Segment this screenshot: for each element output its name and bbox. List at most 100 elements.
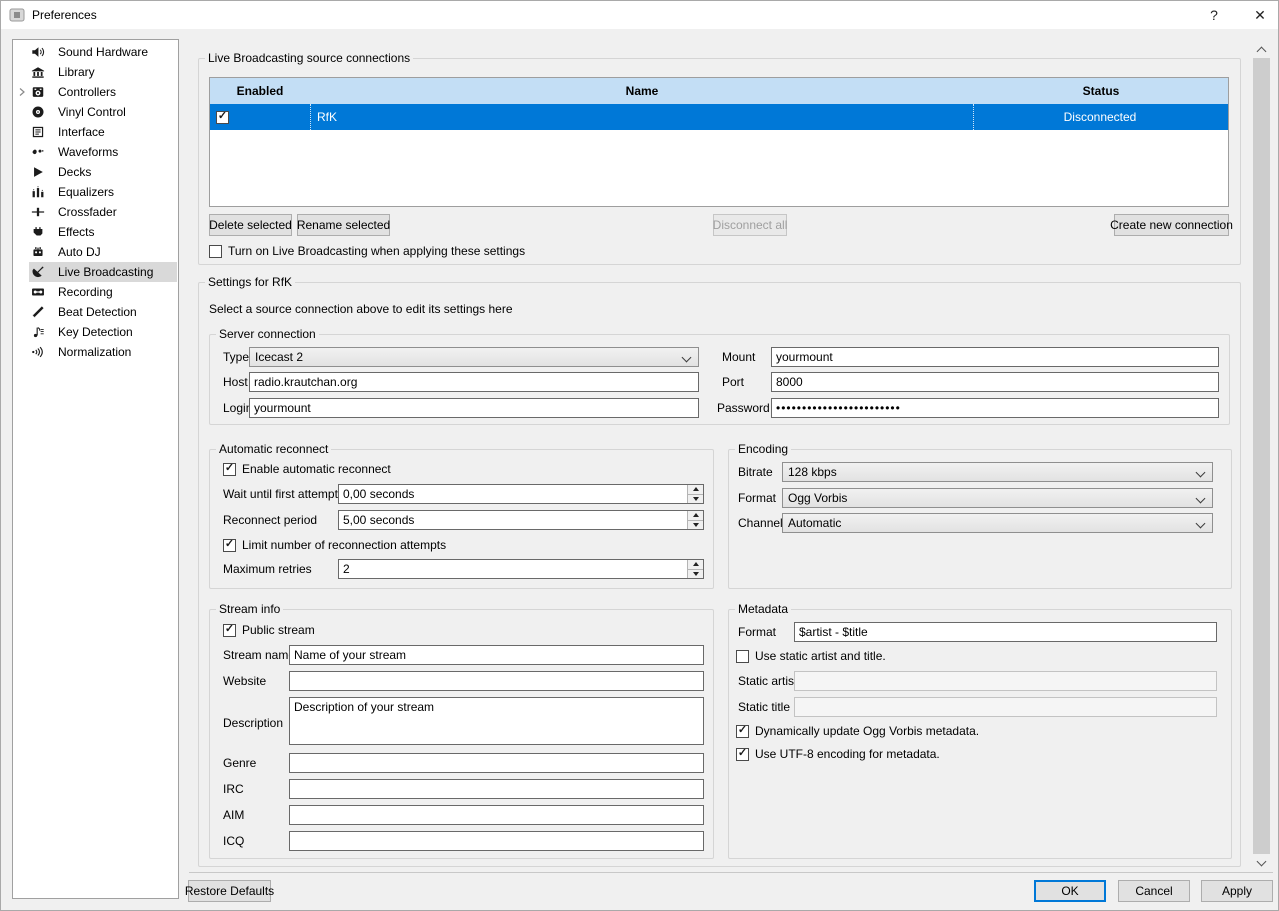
column-header-name[interactable]: Name (310, 78, 974, 104)
spin-up-button[interactable] (687, 560, 703, 570)
vertical-scrollbar[interactable] (1253, 41, 1270, 871)
wait-first-attempt-spinbox (338, 484, 704, 504)
window-title: Preferences (32, 8, 97, 22)
description-textarea[interactable]: Description of your stream (289, 697, 704, 745)
column-header-enabled[interactable]: Enabled (210, 78, 310, 104)
sidebar-item-effects[interactable]: Effects (14, 222, 177, 242)
spin-down-button[interactable] (687, 521, 703, 530)
type-label: Type (223, 350, 249, 364)
row-enabled-checkbox[interactable] (216, 111, 229, 124)
sidebar-item-auto-dj[interactable]: Auto DJ (14, 242, 177, 262)
scroll-up-button[interactable] (1253, 41, 1270, 58)
enable-reconnect-row: Enable automatic reconnect (223, 462, 391, 476)
spin-up-button[interactable] (687, 511, 703, 521)
icq-input[interactable] (289, 831, 704, 851)
aim-label: AIM (223, 808, 244, 822)
aim-input[interactable] (289, 805, 704, 825)
disconnect-all-button[interactable]: Disconnect all (713, 214, 787, 236)
limit-attempts-checkbox[interactable] (223, 539, 236, 552)
stream-name-input[interactable] (289, 645, 704, 665)
channels-dropdown[interactable]: Automatic (782, 513, 1213, 533)
port-label: Port (722, 375, 744, 389)
metadata-format-input[interactable] (794, 622, 1217, 642)
column-header-status[interactable]: Status (974, 78, 1228, 104)
sidebar-item-interface[interactable]: Interface (14, 122, 177, 142)
sidebar-item-decks[interactable]: Decks (14, 162, 177, 182)
delete-selected-button[interactable]: Delete selected (209, 214, 292, 236)
sidebar-item-waveforms[interactable]: Waveforms (14, 142, 177, 162)
spin-down-button[interactable] (687, 570, 703, 579)
sidebar-item-controllers[interactable]: Controllers (14, 82, 177, 102)
sidebar-item-recording[interactable]: Recording (14, 282, 177, 302)
auto-dj-icon (31, 245, 45, 259)
table-row[interactable]: RfK Disconnected (210, 104, 1228, 130)
restore-defaults-button[interactable]: Restore Defaults (188, 880, 271, 902)
dynamic-update-row: Dynamically update Ogg Vorbis metadata. (736, 724, 979, 738)
irc-input[interactable] (289, 779, 704, 799)
spin-up-button[interactable] (687, 485, 703, 495)
spin-down-button[interactable] (687, 495, 703, 504)
sidebar-item-crossfader[interactable]: Crossfader (14, 202, 177, 222)
normalization-icon (31, 345, 45, 359)
sidebar-item-label: Interface (58, 125, 105, 139)
cancel-button[interactable]: Cancel (1118, 880, 1190, 902)
row-name-cell: RfK (310, 104, 974, 130)
host-input[interactable] (249, 372, 699, 392)
type-dropdown[interactable]: Icecast 2 (249, 347, 699, 367)
static-artist-title-row: Use static artist and title. (736, 649, 886, 663)
utf8-checkbox[interactable] (736, 748, 749, 761)
website-input[interactable] (289, 671, 704, 691)
public-stream-checkbox[interactable] (223, 624, 236, 637)
genre-input[interactable] (289, 753, 704, 773)
checkbox-label: Use UTF-8 encoding for metadata. (755, 747, 940, 761)
maximum-retries-input[interactable] (338, 559, 704, 579)
sidebar-item-label: Live Broadcasting (58, 265, 153, 279)
sidebar-item-library[interactable]: Library (14, 62, 177, 82)
dropdown-value: 128 kbps (788, 465, 837, 479)
beat-detection-icon (31, 305, 45, 319)
static-artist-label: Static artist (738, 674, 797, 688)
decks-icon (31, 165, 45, 179)
checkbox-label: Limit number of reconnection attempts (242, 538, 446, 552)
format-dropdown[interactable]: Ogg Vorbis (782, 488, 1213, 508)
turn-on-broadcasting-checkbox[interactable] (209, 245, 222, 258)
close-button[interactable]: ✕ (1240, 1, 1279, 29)
checkbox-label: Turn on Live Broadcasting when applying … (228, 244, 525, 258)
create-new-connection-button[interactable]: Create new connection (1114, 214, 1229, 236)
checkbox-label: Public stream (242, 623, 315, 637)
icq-label: ICQ (223, 834, 244, 848)
sidebar-item-label: Auto DJ (58, 245, 101, 259)
sidebar-item-live-broadcasting[interactable]: Live Broadcasting (14, 262, 177, 282)
sidebar-item-sound-hardware[interactable]: Sound Hardware (14, 42, 177, 62)
scroll-down-button[interactable] (1253, 854, 1270, 871)
dropdown-value: Automatic (788, 516, 841, 530)
reconnect-period-input[interactable] (338, 510, 704, 530)
sidebar-item-label: Sound Hardware (58, 45, 148, 59)
scrollbar-thumb[interactable] (1253, 58, 1270, 854)
sidebar-item-equalizers[interactable]: Equalizers (14, 182, 177, 202)
controllers-icon (31, 85, 45, 99)
help-button[interactable]: ? (1194, 1, 1234, 29)
sidebar-item-key-detection[interactable]: Key Detection (14, 322, 177, 342)
port-input[interactable] (771, 372, 1219, 392)
enable-reconnect-checkbox[interactable] (223, 463, 236, 476)
bitrate-label: Bitrate (738, 465, 773, 479)
mount-input[interactable] (771, 347, 1219, 367)
bitrate-dropdown[interactable]: 128 kbps (782, 462, 1213, 482)
password-input[interactable] (771, 398, 1219, 418)
checkbox-label: Dynamically update Ogg Vorbis metadata. (755, 724, 979, 738)
utf8-row: Use UTF-8 encoding for metadata. (736, 747, 940, 761)
login-input[interactable] (249, 398, 699, 418)
dynamic-update-checkbox[interactable] (736, 725, 749, 738)
sidebar-item-beat-detection[interactable]: Beat Detection (14, 302, 177, 322)
sidebar-item-normalization[interactable]: Normalization (14, 342, 177, 362)
ok-button[interactable]: OK (1034, 880, 1106, 902)
sidebar-item-label: Recording (58, 285, 113, 299)
use-static-artist-title-checkbox[interactable] (736, 650, 749, 663)
controllers-expander-icon[interactable] (18, 88, 26, 96)
limit-attempts-row: Limit number of reconnection attempts (223, 538, 446, 552)
rename-selected-button[interactable]: Rename selected (297, 214, 390, 236)
apply-button[interactable]: Apply (1201, 880, 1273, 902)
wait-first-attempt-input[interactable] (338, 484, 704, 504)
sidebar-item-vinyl-control[interactable]: Vinyl Control (14, 102, 177, 122)
